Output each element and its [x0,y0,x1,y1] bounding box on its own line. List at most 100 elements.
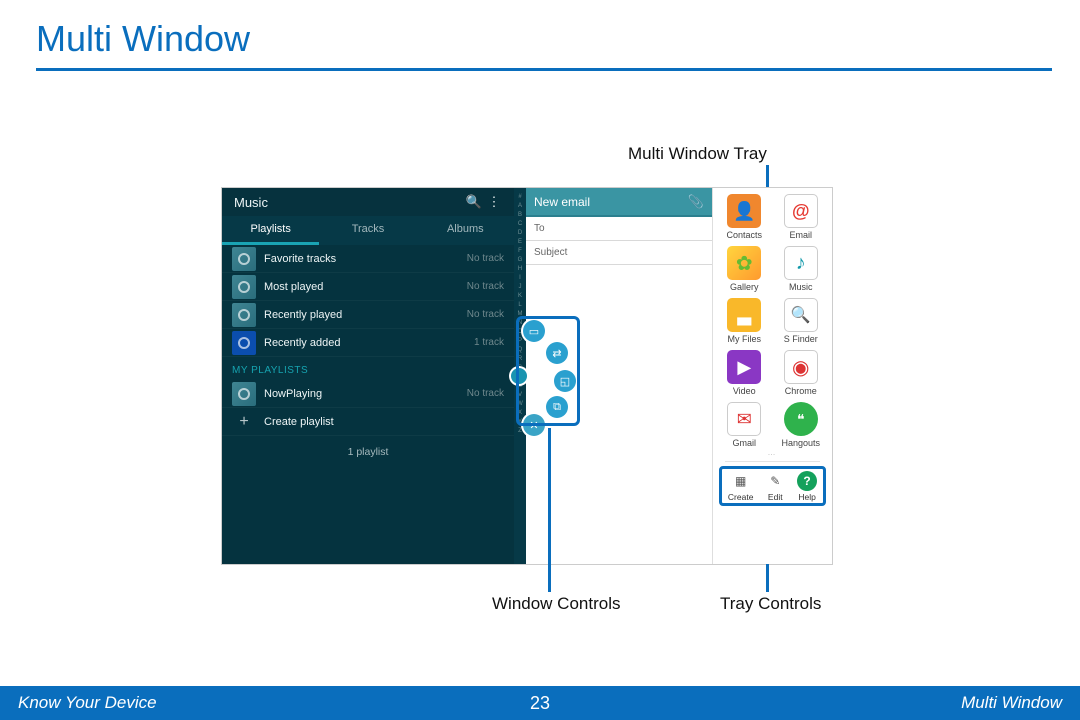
device-screenshot: Music 🔍 ⋮ Playlists Tracks Albums Favori… [222,188,832,564]
playlist-count: No track [467,388,504,399]
window-control-swap-icon[interactable]: ⇄ [546,342,568,364]
tray-app-email[interactable]: Email [774,194,829,240]
tray-pager: … [717,448,828,457]
app-label: Gallery [730,282,759,292]
album-icon [232,331,256,355]
email-title-bar: New email 📎 [526,188,712,215]
footer-right: Multi Window [550,693,1080,713]
create-icon: ▦ [731,471,751,491]
tray-app-contacts[interactable]: 👤 Contacts [717,194,772,240]
playlist-row[interactable]: Most played No track [222,273,514,301]
album-icon [232,275,256,299]
help-icon: ? [797,471,817,491]
window-control-drag-icon[interactable]: ⧉ [546,396,568,418]
tray-app-sfinder[interactable]: S Finder [774,298,829,344]
tc-label: Create [728,492,754,502]
music-title-bar: Music 🔍 ⋮ [222,188,514,216]
email-icon [784,194,818,228]
footer-left: Know Your Device [0,693,530,713]
tray-app-video[interactable]: Video [717,350,772,396]
music-app-pane: Music 🔍 ⋮ Playlists Tracks Albums Favori… [222,188,514,564]
attach-icon[interactable]: 📎 [688,194,704,210]
app-label: Contacts [726,230,762,240]
title-rule [36,68,1052,71]
window-control-close-icon[interactable]: ✕ [523,414,545,436]
window-control-popup-icon[interactable]: ◱ [554,370,576,392]
edit-icon: ✎ [765,471,785,491]
tc-label: Edit [768,492,783,502]
playlist-row[interactable]: Recently played No track [222,301,514,329]
sfinder-icon [784,298,818,332]
app-label: Music [789,282,813,292]
my-playlists-header: MY PLAYLISTS [222,357,514,380]
footer-page: 23 [530,693,550,714]
album-icon [232,247,256,271]
app-label: Video [733,386,756,396]
music-icon [784,246,818,280]
playlist-name: Favorite tracks [264,253,467,265]
tray-app-gallery[interactable]: Gallery [717,246,772,292]
hangouts-icon [784,402,818,436]
music-title: Music [234,195,464,210]
playlist-name: Most played [264,281,467,293]
app-label: Email [789,230,812,240]
album-icon [232,303,256,327]
playlist-row[interactable]: Favorite tracks No track [222,245,514,273]
callout-multi-window-tray: Multi Window Tray [628,144,767,164]
tray-app-chrome[interactable]: Chrome [774,350,829,396]
tray-app-myfiles[interactable]: My Files [717,298,772,344]
app-label: Gmail [732,438,756,448]
tab-playlists[interactable]: Playlists [222,216,319,245]
contacts-icon: 👤 [727,194,761,228]
search-icon[interactable]: 🔍 [464,194,484,210]
playlist-name: NowPlaying [264,388,467,400]
leader-window-controls [548,428,551,592]
playlist-row[interactable]: NowPlaying No track [222,380,514,408]
multi-window-tray: 👤 Contacts Email Gallery Music My Files [712,188,832,564]
multi-window-handle[interactable] [511,368,527,384]
tray-app-music[interactable]: Music [774,246,829,292]
playlist-count: No track [467,253,504,264]
plus-icon: + [232,410,256,434]
divider [725,461,820,462]
tray-control-create[interactable]: ▦ Create [728,471,754,502]
callout-tray-controls: Tray Controls [720,594,821,614]
tray-control-help[interactable]: ? Help [797,471,817,502]
email-title: New email [534,195,688,209]
page-title: Multi Window [0,0,1080,68]
leader-tray [766,165,769,189]
tray-control-edit[interactable]: ✎ Edit [765,471,785,502]
app-label: My Files [728,334,762,344]
create-playlist-row[interactable]: + Create playlist [222,408,514,436]
tc-label: Help [798,492,815,502]
tray-controls-highlight: ▦ Create ✎ Edit ? Help [719,466,826,506]
app-label: Chrome [785,386,817,396]
gmail-icon [727,402,761,436]
album-icon [232,382,256,406]
playlist-row[interactable]: Recently added 1 track [222,329,514,357]
folder-icon [727,298,761,332]
leader-tray-controls [766,564,769,592]
window-control-expand-icon[interactable]: ▭ [523,320,545,342]
playlist-count: 1 track [474,337,504,348]
tray-app-grid: 👤 Contacts Email Gallery Music My Files [717,194,828,448]
subject-field[interactable]: Subject [526,241,712,265]
create-playlist-label: Create playlist [264,416,504,428]
chrome-icon [784,350,818,384]
tray-app-hangouts[interactable]: Hangouts [774,402,829,448]
playlist-count: No track [467,309,504,320]
more-icon[interactable]: ⋮ [484,194,504,210]
to-field[interactable]: To [526,217,712,241]
playlist-count: No track [467,281,504,292]
music-tabs: Playlists Tracks Albums [222,216,514,245]
tab-albums[interactable]: Albums [417,216,514,245]
page-footer: Know Your Device 23 Multi Window [0,686,1080,720]
playlist-summary: 1 playlist [222,436,514,468]
playlist-name: Recently added [264,337,474,349]
video-icon [727,350,761,384]
app-label: S Finder [784,334,818,344]
tray-app-gmail[interactable]: Gmail [717,402,772,448]
playlist-name: Recently played [264,309,467,321]
tab-tracks[interactable]: Tracks [319,216,416,245]
gallery-icon [727,246,761,280]
